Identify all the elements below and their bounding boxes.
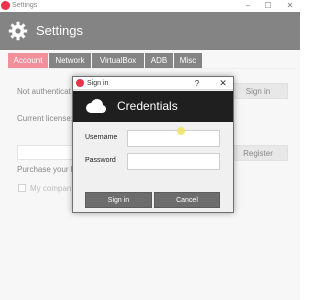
minimize-button[interactable]: – <box>238 0 258 12</box>
window-title: Settings <box>12 2 38 9</box>
maximize-button[interactable]: ☐ <box>258 0 278 12</box>
mouse-cursor-highlight <box>177 127 185 135</box>
password-label: Password <box>85 157 116 164</box>
sign-in-dialog: Sign in ? ✕ Credentials Username Passwor… <box>72 76 234 213</box>
dialog-header-title: Credentials <box>117 99 178 113</box>
settings-window: Settings – ☐ ✕ Settings Account Network <box>0 0 300 300</box>
window-titlebar: Settings – ☐ ✕ <box>0 0 300 12</box>
username-label: Username <box>85 134 118 141</box>
close-button[interactable]: ✕ <box>280 0 300 12</box>
dialog-header: Credentials <box>73 91 233 122</box>
dialog-cancel-button[interactable]: Cancel <box>154 192 220 208</box>
dialog-title: Sign in <box>87 80 109 87</box>
dialog-help-button[interactable]: ? <box>191 77 203 90</box>
dialog-sign-in-button[interactable]: Sign in <box>85 192 152 208</box>
cloud-icon <box>86 99 106 113</box>
dialog-close-button[interactable]: ✕ <box>217 77 229 90</box>
dialog-titlebar: Sign in ? ✕ <box>73 77 233 90</box>
username-field[interactable] <box>127 130 220 147</box>
dialog-app-icon <box>76 79 84 87</box>
app-icon <box>1 1 10 10</box>
password-field[interactable] <box>127 153 220 170</box>
